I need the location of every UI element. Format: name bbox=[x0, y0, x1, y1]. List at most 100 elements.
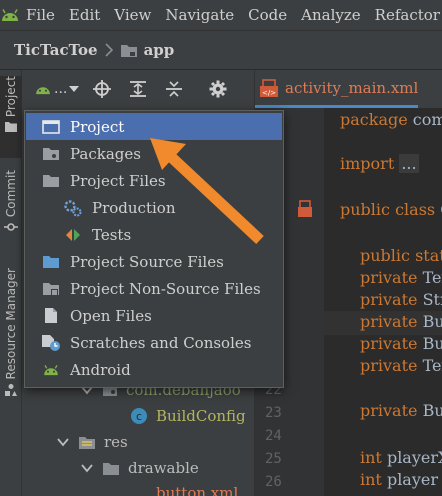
code-editor[interactable]: package com import ... public class C pu… bbox=[324, 108, 442, 496]
code-line: private Tex bbox=[360, 268, 442, 287]
code-line: public class C bbox=[340, 200, 442, 219]
non-source-files-icon bbox=[40, 280, 62, 298]
breadcrumb-project[interactable]: TicTacToe bbox=[14, 41, 98, 59]
annotation-arrow bbox=[150, 138, 264, 245]
menu-item-label: Tests bbox=[92, 225, 132, 244]
open-files-icon bbox=[40, 307, 62, 325]
menu-item-project-source-files[interactable]: Project Source Files bbox=[26, 248, 282, 275]
breadcrumb: TicTacToe app bbox=[0, 30, 442, 70]
scratches-icon bbox=[40, 334, 62, 352]
view-selector-label: ... bbox=[54, 81, 68, 97]
code-line: package com bbox=[340, 110, 442, 129]
code-line: int playerX bbox=[360, 448, 442, 467]
code-line: private Str bbox=[360, 290, 442, 309]
svg-text:</>: </> bbox=[262, 89, 276, 97]
code-keyword: private bbox=[360, 334, 418, 353]
settings-button[interactable] bbox=[207, 78, 229, 100]
menu-item-project-non-source-files[interactable]: Project Non-Source Files bbox=[26, 275, 282, 302]
folded-imports[interactable]: ... bbox=[399, 154, 419, 173]
code-keyword: public class bbox=[340, 200, 436, 219]
menu-item-label: Project Non-Source Files bbox=[70, 279, 261, 298]
menu-edit[interactable]: Edit bbox=[69, 6, 100, 24]
commit-icon bbox=[4, 223, 18, 231]
xml-file-icon: </> bbox=[260, 78, 278, 97]
code-text: C bbox=[435, 200, 442, 219]
menu-file[interactable]: File bbox=[26, 6, 55, 24]
menu-refactor[interactable]: Refactor bbox=[375, 6, 440, 24]
code-text: Bu bbox=[417, 401, 442, 420]
chevron-down-icon bbox=[81, 464, 93, 473]
tree-row[interactable]: c BuildConfig bbox=[130, 404, 246, 428]
tab-commit-label: Commit bbox=[4, 170, 18, 218]
tree-row[interactable]: button.xml bbox=[132, 484, 238, 496]
tree-row-label: button.xml bbox=[156, 484, 239, 496]
folder-icon bbox=[5, 122, 17, 133]
tree-row[interactable]: drawable bbox=[80, 456, 199, 480]
locate-button[interactable] bbox=[91, 78, 113, 100]
code-text: Bu bbox=[417, 334, 442, 353]
tab-commit[interactable]: Commit bbox=[0, 170, 22, 244]
menu-item-label: Android bbox=[70, 360, 131, 379]
menu-item-label: Project bbox=[70, 117, 125, 136]
tab-resource-manager-label: Resource Manager bbox=[4, 268, 18, 380]
code-text: playerX bbox=[386, 448, 442, 467]
code-line: private Bu bbox=[360, 312, 442, 331]
production-icon bbox=[62, 199, 84, 217]
breadcrumb-module[interactable]: app bbox=[144, 41, 175, 59]
expand-all-icon bbox=[130, 81, 147, 97]
folder-icon bbox=[103, 462, 119, 475]
code-keyword: package bbox=[340, 110, 408, 129]
tree-row-label: drawable bbox=[128, 459, 199, 477]
code-line: import ... bbox=[340, 154, 419, 173]
code-line: private Bu bbox=[360, 334, 442, 353]
module-folder-icon bbox=[120, 44, 137, 57]
code-keyword: import bbox=[340, 154, 395, 173]
line-number: 26 bbox=[265, 474, 282, 490]
tree-row-label: res bbox=[104, 433, 128, 451]
editor-tab-label: activity_main.xml bbox=[285, 78, 419, 97]
menu-navigate[interactable]: Navigate bbox=[165, 6, 234, 24]
menu-item-android[interactable]: Android bbox=[26, 356, 282, 383]
project-view-icon bbox=[40, 118, 62, 136]
expand-all-button[interactable] bbox=[127, 78, 149, 100]
menu-item-label: Packages bbox=[70, 144, 141, 163]
gear-icon bbox=[209, 80, 227, 98]
folder-icon bbox=[40, 253, 62, 271]
code-line: private Tex bbox=[360, 356, 442, 375]
editor-tab[interactable]: </> activity_main.xml bbox=[255, 70, 419, 108]
packages-icon bbox=[40, 145, 62, 163]
collapse-all-button[interactable] bbox=[163, 78, 185, 100]
menu-item-label: Scratches and Consoles bbox=[70, 333, 252, 352]
android-icon bbox=[36, 87, 50, 95]
code-keyword: private bbox=[360, 401, 418, 420]
line-number: 25 bbox=[265, 451, 282, 467]
menu-code[interactable]: Code bbox=[248, 6, 287, 24]
code-line: public stati bbox=[360, 246, 442, 265]
menu-bar: File Edit View Navigate Code Analyze Ref… bbox=[0, 0, 442, 30]
code-line: int player bbox=[360, 470, 438, 489]
android-icon bbox=[40, 361, 62, 379]
code-text: com bbox=[412, 110, 442, 129]
tab-project-label: Project bbox=[4, 76, 18, 118]
tree-row-label: BuildConfig bbox=[156, 407, 246, 425]
resources-folder-icon bbox=[79, 436, 95, 449]
code-keyword: private bbox=[360, 312, 418, 331]
menu-analyze[interactable]: Analyze bbox=[301, 6, 361, 24]
tab-project[interactable]: Project bbox=[0, 76, 22, 158]
menu-item-open-files[interactable]: Open Files bbox=[26, 302, 282, 329]
class-icon: c bbox=[131, 408, 147, 424]
tab-resource-manager[interactable]: Resource Manager bbox=[0, 268, 22, 402]
tree-row[interactable]: res bbox=[56, 430, 128, 454]
code-keyword: private bbox=[360, 356, 418, 375]
line-number: 24 bbox=[265, 428, 282, 444]
view-selector[interactable]: ... bbox=[34, 81, 80, 97]
code-keyword: private bbox=[360, 268, 418, 287]
code-keyword: private bbox=[360, 290, 418, 309]
chevron-right-icon bbox=[104, 43, 113, 57]
menu-view[interactable]: View bbox=[114, 6, 151, 24]
line-number: 23 bbox=[265, 405, 282, 421]
code-text: Tex bbox=[422, 356, 442, 375]
menu-item-scratches-and-consoles[interactable]: Scratches and Consoles bbox=[26, 329, 282, 356]
android-icon bbox=[0, 0, 20, 30]
project-toolbar: ... bbox=[22, 70, 254, 108]
